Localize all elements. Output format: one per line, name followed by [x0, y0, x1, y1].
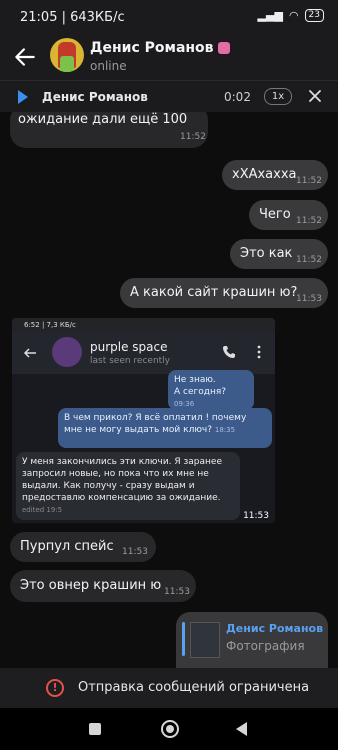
embedded-message: У меня закончились эти ключи. Я заранее …: [16, 452, 240, 520]
message-text: хХАхахха: [232, 167, 297, 182]
contact-name-text: Денис Романов: [90, 40, 214, 56]
embedded-chat-name: purple space: [90, 340, 168, 354]
message-text: Это овнер крашин ю: [20, 578, 162, 593]
embedded-chat-body: Не знаю. А сегодня? 09:36 В чем прикол? …: [12, 370, 275, 523]
status-icons: ▂▄▆ ◠ 23: [258, 9, 324, 22]
audio-player-bar[interactable]: Денис Романов 0:02 1x: [0, 80, 338, 112]
message-outgoing[interactable]: Чего 11:52: [249, 200, 328, 230]
message-time: 11:52: [296, 255, 322, 265]
warning-icon: !: [46, 679, 64, 697]
signal-icon: ▂▄▆: [257, 9, 283, 22]
more-icon: [257, 345, 261, 359]
back-arrow-icon: [23, 348, 36, 358]
reply-author: Денис Романов: [226, 622, 324, 635]
chat-area[interactable]: ожидание дали ещё 100 11:52 хХАхахха 11:…: [0, 112, 338, 668]
close-icon[interactable]: [306, 87, 324, 105]
wifi-icon: ◠: [288, 9, 299, 22]
reply-message[interactable]: Денис Романов Фотография: [176, 612, 328, 668]
message-time: 11:52: [180, 132, 206, 142]
restriction-text: Отправка сообщений ограничена: [78, 680, 310, 695]
message-incoming[interactable]: ожидание дали ещё 100 11:52: [10, 112, 208, 148]
emoji-status-icon: [217, 42, 230, 54]
embedded-status-text: 6:52 | 7,3 КБ/с: [24, 321, 76, 329]
message-time: 11:53: [243, 511, 269, 521]
embedded-message-time: 09:36: [174, 400, 195, 408]
restriction-bar: ! Отправка сообщений ограничена: [0, 668, 338, 708]
message-time: 11:52: [296, 176, 322, 186]
embedded-message-text: А сегодня?: [174, 387, 227, 397]
embedded-avatar: [52, 337, 82, 367]
battery-icon: 23: [304, 9, 324, 22]
embedded-message-time: 18:35: [214, 426, 236, 434]
message-text: ожидание дали ещё 100: [18, 112, 188, 127]
message-outgoing[interactable]: хХАхахха 11:52: [222, 160, 328, 190]
phone-icon: [223, 346, 235, 358]
embedded-chat-status: last seen recently: [90, 356, 171, 366]
chat-header: Денис Романов online: [0, 34, 338, 80]
player-title: Денис Романов: [42, 90, 148, 104]
message-time: 11:52: [296, 216, 322, 226]
message-time: 11:53: [164, 587, 190, 597]
contact-status: online: [90, 59, 127, 73]
back-arrow-icon[interactable]: [12, 44, 38, 70]
contact-name[interactable]: Денис Романов: [90, 40, 230, 56]
message-time: 11:53: [122, 547, 148, 557]
message-text: Чего: [259, 207, 291, 222]
image-message[interactable]: 6:52 | 7,3 КБ/с purple space last seen r…: [12, 318, 275, 523]
back-icon[interactable]: [236, 722, 247, 736]
embedded-status-bar: 6:52 | 7,3 КБ/с: [12, 318, 275, 332]
reply-type: Фотография: [226, 639, 305, 653]
embedded-message-time: edited 19:5: [22, 506, 63, 514]
message-incoming[interactable]: Пурпул спейс 11:53: [10, 532, 156, 562]
status-time: 21:05 | 643КБ/с: [20, 10, 125, 25]
embedded-message-text: У меня закончились эти ключи. Я заранее …: [22, 457, 222, 503]
home-icon[interactable]: [161, 720, 179, 738]
play-icon[interactable]: [18, 90, 28, 104]
message-text: Это как: [240, 246, 293, 261]
message-outgoing[interactable]: А какой сайт крашин ю? 11:53: [120, 278, 328, 308]
navigation-bar: [0, 708, 338, 750]
playback-speed-button[interactable]: 1x: [264, 88, 292, 105]
status-bar: 21:05 | 643КБ/с ▂▄▆ ◠ 23: [0, 0, 338, 34]
message-text: А какой сайт крашин ю?: [130, 285, 298, 300]
avatar[interactable]: [50, 38, 84, 72]
player-time: 0:02: [224, 90, 251, 104]
recents-icon[interactable]: [89, 723, 101, 735]
reply-accent-line: [182, 622, 185, 656]
reply-thumbnail: [190, 622, 220, 658]
message-incoming[interactable]: Это овнер крашин ю 11:53: [10, 570, 196, 602]
embedded-chat-header: purple space last seen recently: [12, 332, 275, 374]
embedded-message-text: Не знаю.: [174, 375, 216, 385]
message-time: 11:53: [296, 294, 322, 304]
message-outgoing[interactable]: Это как 11:52: [230, 239, 328, 269]
message-text: Пурпул спейс: [20, 539, 114, 554]
embedded-message: В чем прикол? Я всё оплатил ! почему мне…: [58, 408, 272, 448]
embedded-message: Не знаю. А сегодня? 09:36: [168, 370, 254, 410]
